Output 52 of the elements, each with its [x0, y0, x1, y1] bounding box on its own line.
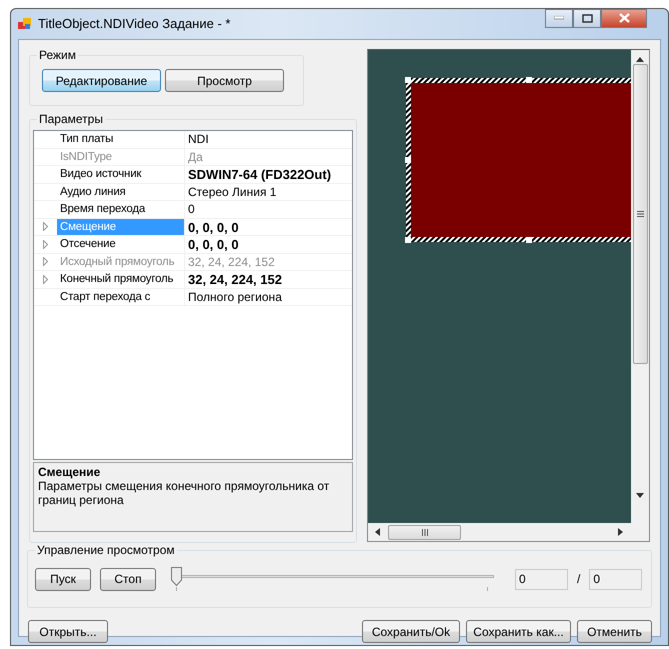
grip-icon [636, 211, 644, 217]
property-name[interactable]: Видео источник [57, 166, 185, 182]
property-name[interactable]: Тип платы [57, 131, 185, 148]
scroll-down-icon[interactable] [636, 493, 644, 498]
close-button[interactable] [601, 8, 647, 28]
minimize-button[interactable] [545, 8, 573, 28]
description-title: Смещение [38, 465, 102, 479]
footer-button[interactable]: Сохранить как... [466, 620, 571, 643]
description-text: Параметры смещения конечного прямоугольника от границ региона [38, 479, 330, 507]
expand-icon[interactable] [43, 240, 48, 249]
property-name[interactable]: Время перехода [57, 201, 185, 218]
footer-button[interactable]: Открыть... [28, 620, 108, 643]
group-label: Режим [37, 48, 78, 62]
mode-button[interactable]: Редактирование [42, 69, 161, 92]
total-frames-field[interactable]: 0 [589, 568, 642, 590]
selected-region-drawing[interactable] [405, 77, 631, 243]
mode-button[interactable]: Просмотр [165, 69, 284, 92]
grip-icon [422, 528, 428, 536]
app-icon [18, 17, 32, 31]
separator-text: / [577, 571, 580, 588]
property-value[interactable]: 0, 0, 0, 0 [185, 236, 239, 252]
maximize-button[interactable] [573, 8, 601, 28]
playback-button[interactable]: Стоп [100, 568, 156, 590]
scroll-left-icon[interactable] [375, 528, 380, 536]
property-value[interactable]: NDI [185, 131, 209, 148]
playback-button[interactable]: Пуск [35, 568, 91, 590]
property-value[interactable]: 0 [185, 201, 195, 218]
group-label: Управление просмотром [35, 543, 177, 557]
property-name[interactable]: Аудио линия [57, 184, 185, 200]
minimize-icon [554, 16, 564, 20]
expand-icon[interactable] [43, 274, 48, 284]
current-frame-field[interactable]: 0 [515, 568, 568, 590]
scroll-thumb[interactable] [632, 64, 648, 364]
scroll-right-icon[interactable] [618, 528, 623, 536]
property-name[interactable]: Отсечение [57, 236, 185, 252]
scroll-up-icon[interactable] [636, 57, 644, 62]
property-value[interactable]: Стерео Линия 1 [185, 184, 276, 200]
expand-icon[interactable] [43, 222, 48, 232]
group-label: Параметры [37, 112, 105, 126]
property-value[interactable]: Полного региона [185, 288, 282, 305]
window-title: TitleObject.NDIVideo Задание - * [38, 15, 230, 34]
footer-button[interactable]: Отменить [577, 620, 652, 643]
timeline-slider[interactable] [171, 567, 496, 591]
close-icon [618, 13, 630, 23]
footer-button[interactable]: Сохранить/Ok [362, 620, 460, 643]
property-value[interactable]: SDWIN7-64 (FD322Out) [185, 166, 332, 182]
property-value[interactable]: 32, 24, 224, 152 [185, 271, 282, 288]
scroll-thumb[interactable] [388, 524, 462, 540]
property-value[interactable]: 0, 0, 0, 0 [185, 218, 239, 235]
slider-thumb[interactable] [171, 567, 182, 586]
property-name[interactable]: Старт перехода с [57, 288, 185, 305]
property-name[interactable]: Конечный прямоуголь [57, 271, 185, 288]
